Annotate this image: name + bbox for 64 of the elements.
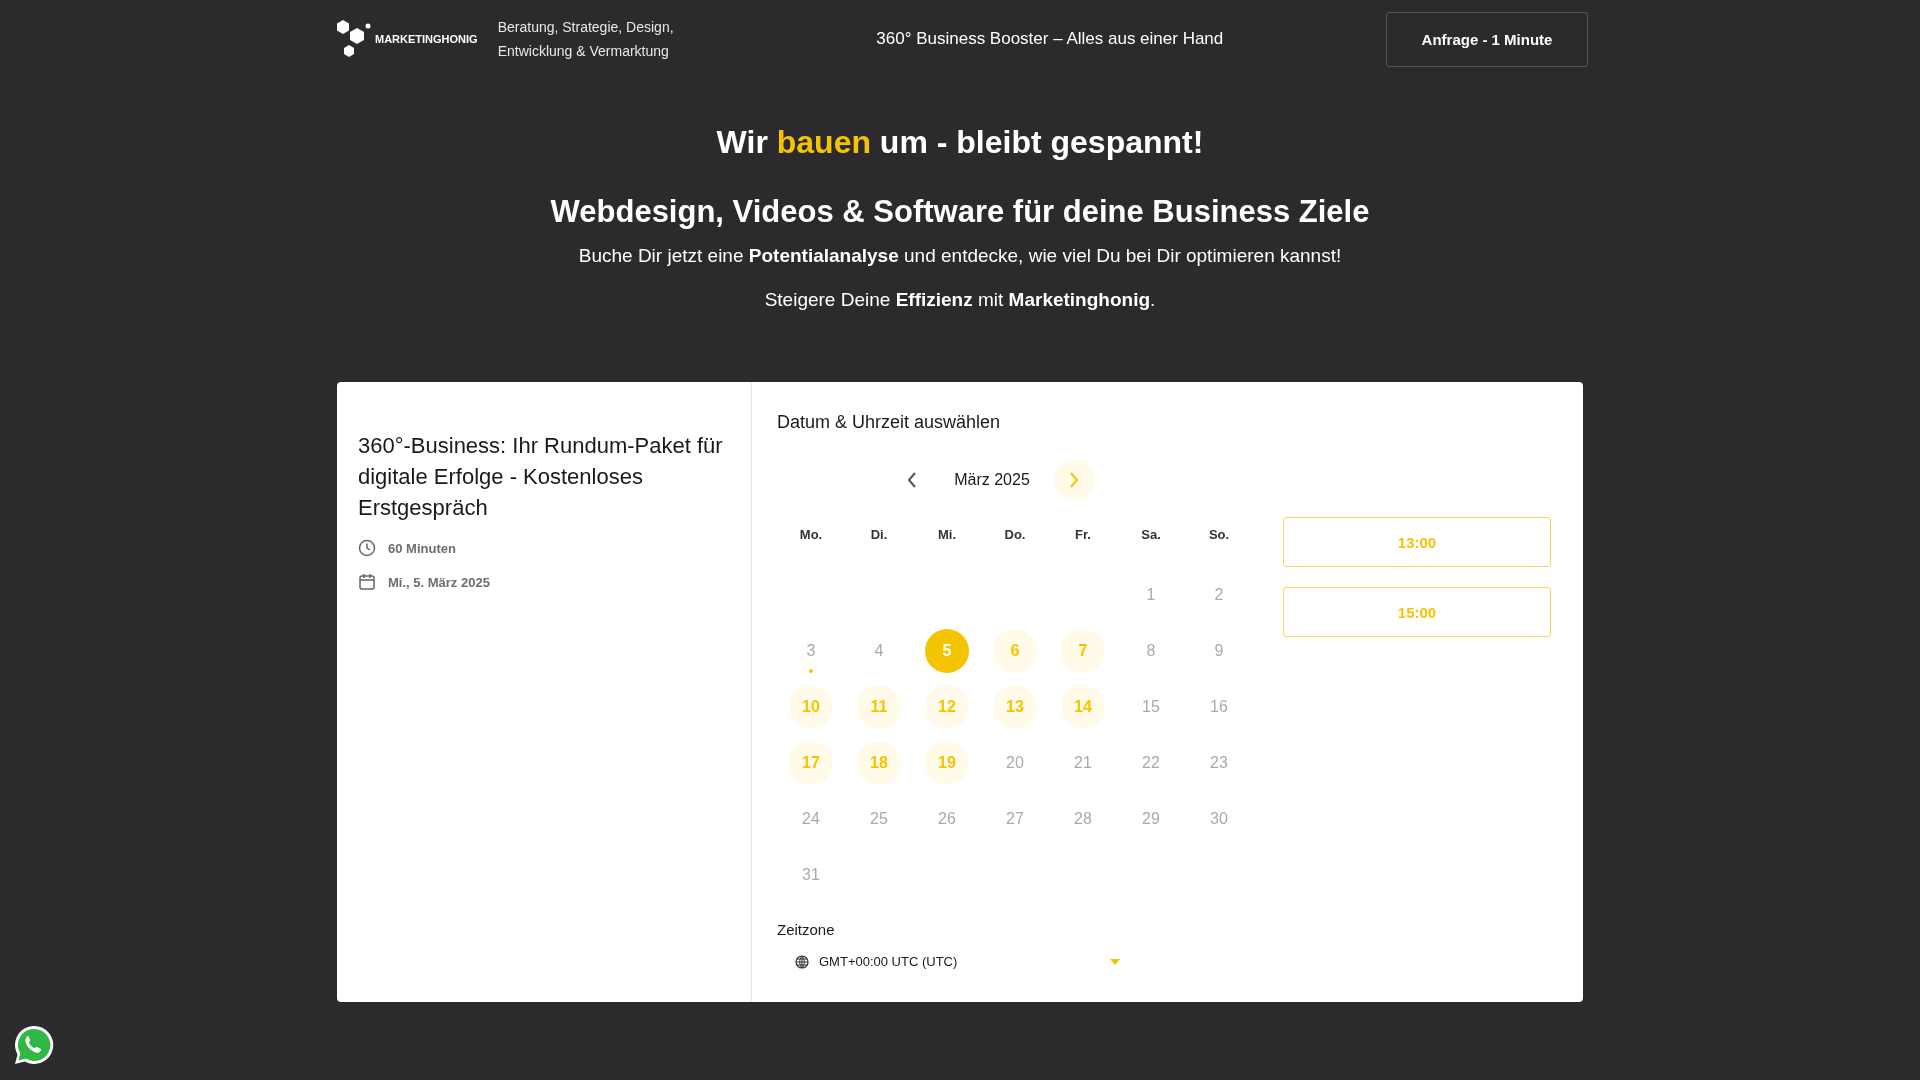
day-number: 27 xyxy=(1005,809,1025,829)
chat-icon[interactable] xyxy=(13,1024,55,1066)
headline: Wir bauen um - bleibt gespannt! xyxy=(715,124,1205,161)
day-number: 29 xyxy=(1141,809,1161,829)
section-title: Datum & Uhrzeit auswählen xyxy=(777,412,1002,433)
day-number: 24 xyxy=(801,809,821,829)
day-number: 22 xyxy=(1141,753,1161,773)
chevron-right-icon xyxy=(1067,471,1080,489)
weekday-label: Di. xyxy=(869,526,889,544)
weekday-label: So. xyxy=(1207,526,1231,544)
calendar-day[interactable]: 7 xyxy=(1061,629,1105,673)
day-number: 31 xyxy=(801,865,821,885)
subheadline: Webdesign, Videos & Software für deine Business Ziele xyxy=(549,194,1371,230)
request-button[interactable]: Anfrage - 1 Minute xyxy=(1386,11,1588,67)
calendar-day[interactable]: 10 xyxy=(789,685,833,729)
time-slot[interactable]: 15:00 xyxy=(1283,587,1551,637)
previous-month-icon[interactable] xyxy=(906,471,919,489)
calendar-day[interactable]: 19 xyxy=(925,741,969,785)
calendar-day[interactable]: 6 xyxy=(993,629,1037,673)
event-title: 360°-Business: Ihr Rundum-Paket für digitale Erfolge - Kostenloses Erstgespräch xyxy=(358,432,724,522)
calendar-day[interactable]: 11 xyxy=(857,685,901,729)
weekday-label: Mo. xyxy=(798,526,824,544)
day-number: 30 xyxy=(1209,809,1229,829)
month-label: März 2025 xyxy=(954,471,1030,489)
time-slot[interactable]: 13:00 xyxy=(1283,517,1551,567)
day-number: 2 xyxy=(1213,585,1225,605)
selected-date: Mi., 5. März 2025 xyxy=(388,574,490,590)
day-number: 3 xyxy=(805,641,817,661)
calendar-day[interactable]: 14 xyxy=(1061,685,1105,729)
calendar-day[interactable]: 18 xyxy=(857,741,901,785)
caret-icon xyxy=(1110,958,1120,965)
calendar-day[interactable]: 12 xyxy=(925,685,969,729)
logo-icon xyxy=(337,19,371,59)
calendar-icon xyxy=(358,573,376,591)
selected-day[interactable]: 5 xyxy=(925,629,969,673)
day-number: 16 xyxy=(1209,697,1229,717)
weekday-label: Fr. xyxy=(1074,526,1092,544)
day-number: 8 xyxy=(1145,641,1157,661)
day-number: 23 xyxy=(1209,753,1229,773)
intro-text: Buche Dir jetzt eine Potentialanalyse und entdecke, wie viel Du bei Dir optimieren kannst! xyxy=(577,244,1343,268)
day-number: 21 xyxy=(1073,753,1093,773)
tagline: Entwicklung & Vermarktung xyxy=(497,42,670,61)
tagline: Beratung, Strategie, Design, xyxy=(497,18,674,37)
weekday-label: Mi. xyxy=(936,526,958,544)
calendar-day[interactable]: 13 xyxy=(993,685,1037,729)
day-number: 4 xyxy=(873,641,885,661)
day-number: 9 xyxy=(1213,641,1225,661)
logo-text: MARKETINGHONIG xyxy=(375,33,478,45)
calendar-day[interactable]: 17 xyxy=(789,741,833,785)
weekday-label: Do. xyxy=(1003,526,1027,544)
timezone-label: Zeitzone xyxy=(777,921,836,938)
clock-icon xyxy=(358,539,376,557)
slogan: 360° Business Booster – Alles aus einer Hand xyxy=(876,29,1224,49)
day-number: 25 xyxy=(869,809,889,829)
day-number: 15 xyxy=(1141,697,1161,717)
day-number: 1 xyxy=(1145,585,1157,605)
intro-text: Steigere Deine Effizienz mit Marketinghonig. xyxy=(763,288,1157,312)
weekday-label: Sa. xyxy=(1140,526,1162,544)
globe-icon xyxy=(795,954,809,969)
timezone-select[interactable]: GMT+00:00 UTC (UTC) xyxy=(777,954,1120,969)
day-number: 20 xyxy=(1005,753,1025,773)
duration: 60 Minuten xyxy=(388,540,456,556)
day-number: 28 xyxy=(1073,809,1093,829)
day-number: 26 xyxy=(937,809,957,829)
